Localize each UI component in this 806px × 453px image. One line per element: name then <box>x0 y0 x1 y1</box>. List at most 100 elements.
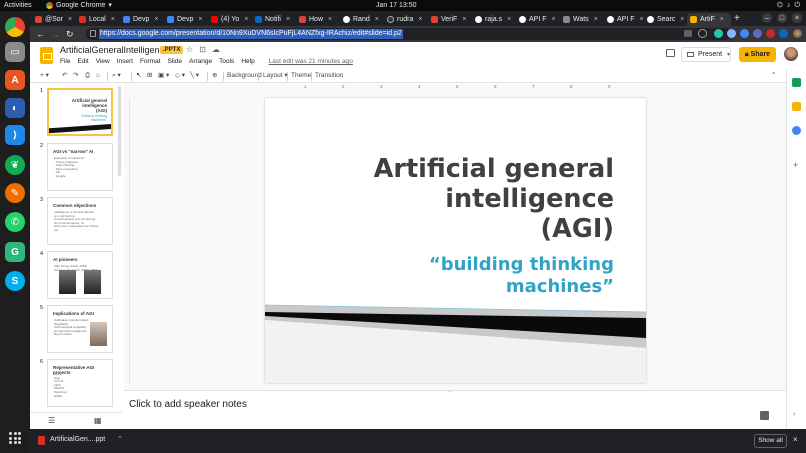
browser-tab-active[interactable]: ArtiF × <box>687 13 731 26</box>
extension-icon[interactable] <box>727 29 736 38</box>
document-title[interactable]: ArtificialGeneralIntelligence <box>60 45 169 55</box>
back-arrow-icon[interactable]: ← <box>36 28 45 40</box>
current-slide[interactable]: Artificial general intelligence (AGI) “b… <box>265 98 646 383</box>
layout-button[interactable]: Layout ▾ <box>263 71 288 81</box>
collapse-chevron-up-icon[interactable]: ⌃ <box>771 71 776 81</box>
slides-logo-icon[interactable] <box>40 47 53 64</box>
files-dock-icon[interactable]: ▭ <box>5 42 25 62</box>
extension-icon[interactable] <box>740 29 749 38</box>
close-icon[interactable]: × <box>68 16 72 23</box>
close-icon[interactable]: × <box>552 16 556 23</box>
zoom-icon[interactable]: ⌕ ▾ <box>112 71 121 81</box>
shape-icon[interactable]: ◇ ▾ <box>175 71 185 81</box>
theme-button[interactable]: Theme <box>291 71 311 81</box>
browser-tab[interactable]: Rand × <box>340 13 382 26</box>
maximize-button[interactable]: □ <box>777 13 787 23</box>
browser-tab[interactable]: How × <box>296 13 338 26</box>
slide-thumbnail-3[interactable]: Common objections Intelligence is not we… <box>47 197 113 245</box>
undo-icon[interactable]: ↶ <box>62 71 67 81</box>
close-icon[interactable]: × <box>111 16 115 23</box>
system-tray[interactable]: ⌬ ♪ ⏻ <box>777 0 800 11</box>
gitkraken-dock-icon[interactable]: G <box>5 242 25 262</box>
slide-thumbnail-1[interactable]: Artificial general intelligence (AGI) "b… <box>47 88 113 136</box>
line-icon[interactable]: ╲ ▾ <box>190 71 199 81</box>
browser-tab[interactable]: raja.s × <box>472 13 514 26</box>
close-icon[interactable]: × <box>198 16 202 23</box>
background-button[interactable]: Background <box>227 71 262 81</box>
add-addon-plus-icon[interactable]: + <box>793 160 798 170</box>
extension-icon[interactable] <box>766 29 775 38</box>
screen-cast-icon[interactable] <box>684 30 692 37</box>
slide-title[interactable]: Artificial general intelligence (AGI) <box>294 154 614 244</box>
star-icon[interactable]: ☆ <box>186 45 193 54</box>
browser-tab[interactable]: Local × <box>76 13 118 26</box>
close-icon[interactable]: × <box>507 16 511 23</box>
whatsapp-dock-icon[interactable]: ✆ <box>5 212 25 232</box>
close-icon[interactable]: × <box>154 16 158 23</box>
text-box-icon[interactable]: ⊞ <box>147 71 152 81</box>
menu-help[interactable]: Help <box>241 58 254 65</box>
share-button[interactable]: 🔒︎ Share <box>739 47 776 62</box>
window-close-button[interactable]: × <box>792 13 802 23</box>
redo-icon[interactable]: ↷ <box>73 71 78 81</box>
android-studio-dock-icon[interactable]: ◐ <box>5 98 25 118</box>
browser-tab[interactable]: Wats × <box>560 13 602 26</box>
close-icon[interactable]: × <box>720 16 724 23</box>
slide-thumbnail-4[interactable]: AI pioneers Alan Turing (1912–1954) John… <box>47 251 113 299</box>
account-avatar[interactable] <box>784 47 798 61</box>
paint-format-icon[interactable]: ⌂ <box>96 71 100 81</box>
close-icon[interactable]: × <box>462 16 466 23</box>
present-button[interactable]: Present <box>681 47 731 62</box>
vscode-dock-icon[interactable]: ⟩ <box>5 125 25 145</box>
extension-icon[interactable] <box>714 29 723 38</box>
extension-icon[interactable] <box>779 29 788 38</box>
clock[interactable]: Jan 17 13:50 <box>376 0 416 11</box>
comments-icon[interactable] <box>666 49 675 57</box>
close-icon[interactable]: × <box>640 16 644 23</box>
browser-tab[interactable]: Notifi × <box>252 13 294 26</box>
browser-tab[interactable]: Searc × <box>644 13 686 26</box>
browser-tab[interactable]: API F × <box>604 13 646 26</box>
show-applications-icon[interactable] <box>9 432 21 444</box>
show-all-downloads-button[interactable]: Show all <box>754 434 787 448</box>
move-folder-icon[interactable]: ⊡ <box>199 45 206 54</box>
close-icon[interactable]: × <box>375 16 379 23</box>
menu-edit[interactable]: Edit <box>77 58 88 65</box>
transition-button[interactable]: Transition <box>315 71 343 81</box>
keep-icon[interactable] <box>792 102 801 111</box>
close-icon[interactable]: × <box>286 16 290 23</box>
close-icon[interactable]: × <box>244 16 248 23</box>
download-item-chevron-icon[interactable]: ⌃ <box>117 435 123 443</box>
browser-tab[interactable]: (4) Yo × <box>208 13 250 26</box>
activities-button[interactable]: Activities <box>4 0 32 11</box>
menu-file[interactable]: File <box>60 58 70 65</box>
reload-icon[interactable]: ↻ <box>66 28 74 40</box>
slide-thumbnail-2[interactable]: AGI vs "narrow" AI Examples of narrow AI… <box>47 143 113 191</box>
slide-thumbnail-6[interactable]: Representative AGI projects Cyc Soar ACT… <box>47 359 113 407</box>
notes-resize-handle[interactable]: ⋯ <box>448 390 460 395</box>
menu-arrange[interactable]: Arrange <box>189 58 212 65</box>
address-bar[interactable]: https://docs.google.com/presentation/d/1… <box>86 28 731 40</box>
select-cursor-icon[interactable]: ↖ <box>136 71 141 81</box>
filmstrip-scrollbar[interactable] <box>118 86 121 176</box>
skype-dock-icon[interactable]: S <box>5 271 25 291</box>
menu-insert[interactable]: Insert <box>117 58 133 65</box>
menu-tools[interactable]: Tools <box>219 58 234 65</box>
tasks-icon[interactable] <box>792 126 801 135</box>
browser-tab[interactable]: rudra × <box>384 13 426 26</box>
browser-tab[interactable]: API F × <box>516 13 558 26</box>
cloud-status-icon[interactable]: ☁ <box>212 45 220 54</box>
menu-view[interactable]: View <box>96 58 110 65</box>
extension-icon[interactable] <box>753 29 762 38</box>
browser-tab[interactable]: VeriF × <box>428 13 470 26</box>
sheets-addon-icon[interactable] <box>792 78 801 87</box>
close-icon[interactable]: × <box>418 16 422 23</box>
close-icon[interactable]: × <box>328 16 332 23</box>
speaker-notes-placeholder[interactable]: Click to add speaker notes <box>129 399 247 410</box>
postman-dock-icon[interactable]: ✎ <box>5 183 25 203</box>
new-slide-plus-icon[interactable]: + ▾ <box>40 71 49 81</box>
mongodb-compass-dock-icon[interactable]: ❦ <box>5 155 25 175</box>
grid-view-icon[interactable]: ▦ <box>94 416 102 425</box>
slide-subtitle[interactable]: “building thinking machines” <box>314 254 614 298</box>
chrome-dock-icon[interactable] <box>5 17 25 37</box>
